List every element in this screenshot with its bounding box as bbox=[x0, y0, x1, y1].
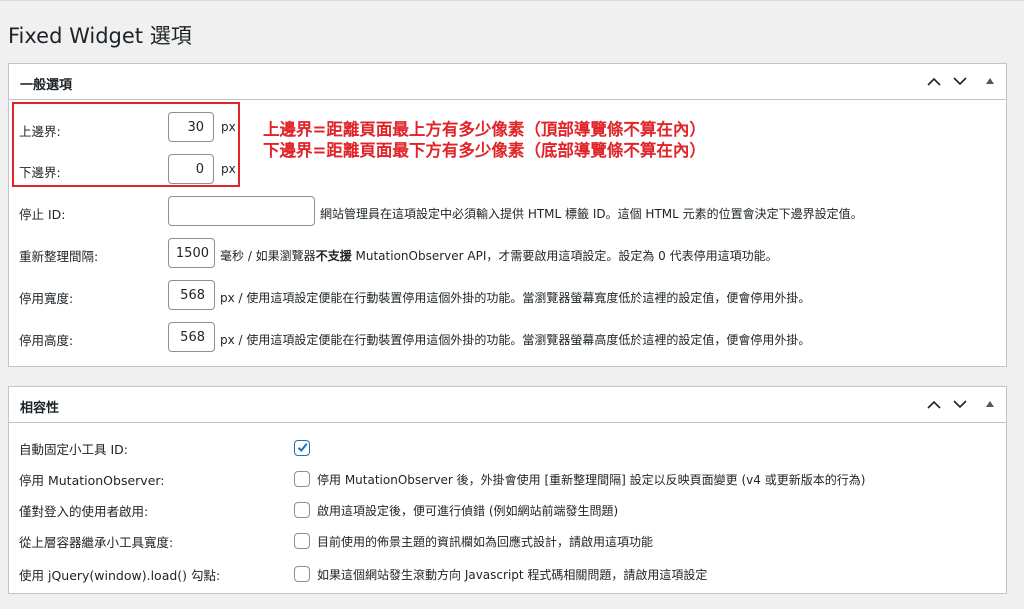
move-up-button[interactable] bbox=[923, 393, 945, 415]
chevron-up-icon bbox=[927, 400, 941, 409]
triangle-up-icon bbox=[986, 78, 994, 84]
compat-row-label: 停用 MutationObserver: bbox=[19, 473, 165, 488]
compat-row-checkbox[interactable] bbox=[294, 440, 310, 456]
checkmark-icon bbox=[297, 443, 308, 452]
compat-row-label: 僅對登入的使用者啟用: bbox=[19, 504, 149, 519]
refresh-interval-input[interactable] bbox=[168, 238, 215, 268]
compat-row-label: 自動固定小工具 ID: bbox=[19, 442, 128, 457]
toggle-panel-button[interactable] bbox=[979, 393, 1001, 415]
disable-height-description: px / 使用這項設定便能在行動裝置停用這個外掛的功能。當瀏覽器螢幕高度低於這裡… bbox=[220, 333, 811, 347]
compat-row-description: 目前使用的佈景主題的資訊欄如為回應式設計，請啟用這項功能 bbox=[317, 535, 654, 549]
compat-row-label: 從上層容器繼承小工具寬度: bbox=[19, 535, 174, 550]
chevron-down-icon bbox=[953, 399, 967, 408]
chevron-up-icon bbox=[927, 77, 941, 86]
disable-height-input[interactable] bbox=[168, 322, 215, 352]
compat-row-description: 停用 MutationObserver 後，外掛會使用 [重新整理間隔] 設定以… bbox=[317, 473, 866, 487]
refresh-desc-pre: 毫秒 / 如果瀏覽器 bbox=[220, 249, 316, 263]
refresh-desc-bold: 不支援 bbox=[315, 249, 352, 263]
refresh-desc-post: MutationObserver API，才需要啟用這項設定。設定為 0 代表停… bbox=[351, 249, 778, 263]
chevron-down-icon bbox=[953, 76, 967, 85]
refresh-interval-label: 重新整理間隔: bbox=[19, 249, 99, 264]
compatibility-panel: 相容性 bbox=[8, 386, 1007, 594]
compat-row-description: 如果這個網站發生滾動方向 Javascript 程式碼相關問題，請啟用這項設定 bbox=[317, 568, 708, 582]
stop-id-input[interactable] bbox=[168, 196, 315, 226]
page-title: Fixed Widget 選項 bbox=[8, 24, 192, 48]
compatibility-title: 相容性 bbox=[20, 401, 60, 416]
triangle-up-icon bbox=[986, 401, 994, 407]
general-options-header: 一般選項 bbox=[9, 64, 1006, 100]
disable-width-input[interactable] bbox=[168, 280, 215, 310]
highlight-box bbox=[12, 102, 240, 187]
top-divider bbox=[0, 0, 1024, 1]
compat-row-checkbox[interactable] bbox=[294, 502, 310, 518]
compat-row-checkbox[interactable] bbox=[294, 471, 310, 487]
refresh-interval-description: 毫秒 / 如果瀏覽器不支援 MutationObserver API，才需要啟用… bbox=[220, 247, 778, 264]
compat-row-description: 啟用這項設定後，便可進行偵錯 (例如網站前端發生問題) bbox=[317, 504, 619, 518]
disable-width-label: 停用寬度: bbox=[19, 291, 74, 306]
stop-id-label: 停止 ID: bbox=[19, 207, 66, 222]
move-down-button[interactable] bbox=[949, 70, 971, 92]
compat-row-label: 使用 jQuery(window).load() 勾點: bbox=[19, 568, 221, 583]
disable-width-description: px / 使用這項設定便能在行動裝置停用這個外掛的功能。當瀏覽器螢幕寬度低於這裡… bbox=[220, 291, 811, 305]
compat-row-checkbox[interactable] bbox=[294, 533, 310, 549]
stop-id-description: 網站管理員在這項設定中必須輸入提供 HTML 標籤 ID。這個 HTML 元素的… bbox=[320, 207, 863, 221]
toggle-panel-button[interactable] bbox=[979, 70, 1001, 92]
move-down-button[interactable] bbox=[949, 393, 971, 415]
move-up-button[interactable] bbox=[923, 70, 945, 92]
compat-row-checkbox[interactable] bbox=[294, 566, 310, 582]
annotation-line-2: 下邊界=距離頁面最下方有多少像素（底部導覽條不算在內） bbox=[263, 141, 706, 160]
general-options-title: 一般選項 bbox=[20, 78, 73, 93]
compatibility-header: 相容性 bbox=[9, 387, 1006, 423]
disable-height-label: 停用高度: bbox=[19, 333, 74, 348]
